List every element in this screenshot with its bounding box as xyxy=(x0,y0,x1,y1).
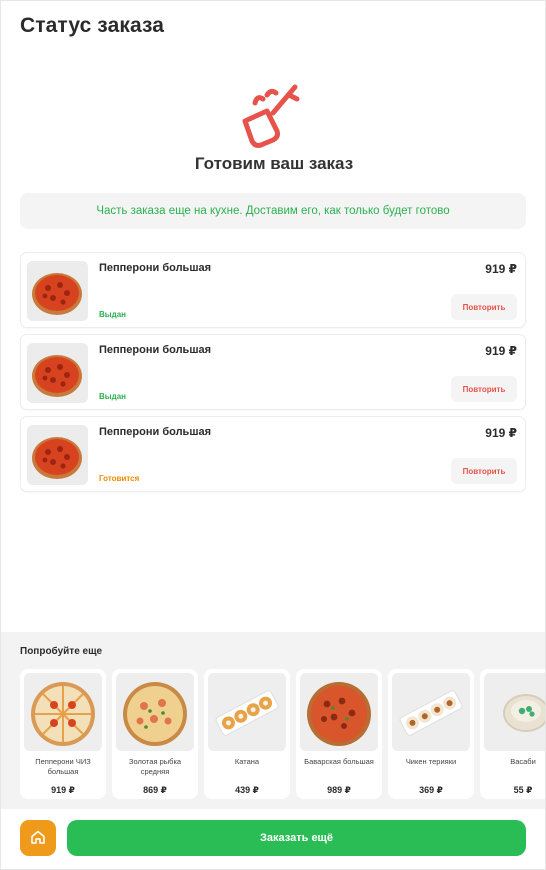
order-item-status: Выдан xyxy=(99,310,126,319)
order-item-image xyxy=(27,343,88,403)
repeat-button[interactable]: Повторить xyxy=(451,294,517,320)
status-notice: Часть заказа еще на кухне. Доставим его,… xyxy=(20,193,526,229)
order-item-name: Пепперони большая xyxy=(99,262,212,274)
recommendation-name: Золотая рыбка средняя xyxy=(128,757,182,776)
recommendation-image xyxy=(392,673,470,751)
recommendation-price: 369 ₽ xyxy=(419,785,443,795)
page-title: Статус заказа xyxy=(20,14,165,37)
recommendation-image xyxy=(116,673,194,751)
status-notice-text: Часть заказа еще на кухне. Доставим его,… xyxy=(96,205,450,217)
order-more-button[interactable]: Заказать ещё xyxy=(67,820,526,856)
recommendation-card[interactable]: Золотая рыбка средняя 869 ₽ xyxy=(112,669,198,799)
recommendation-name: Васаби xyxy=(510,757,536,766)
recommendation-name: Баварская большая xyxy=(304,757,374,766)
recommendations-section: Попробуйте еще Пепперони ЧИЗ большая 919… xyxy=(1,632,545,809)
order-item-status: Выдан xyxy=(99,392,126,401)
order-item: Пепперони большая 919 ₽ Готовится Повтор… xyxy=(20,416,526,492)
home-icon xyxy=(30,829,46,848)
order-item-status: Готовится xyxy=(99,474,140,483)
bottom-action-bar: Заказать ещё xyxy=(1,809,545,869)
recommendation-price: 55 ₽ xyxy=(513,785,533,795)
recommendation-image xyxy=(24,673,102,751)
order-item-image xyxy=(27,425,88,485)
order-item-name: Пепперони большая xyxy=(99,426,212,438)
order-item-image xyxy=(27,261,88,321)
recommendations-title: Попробуйте еще xyxy=(20,646,103,657)
recommendation-image xyxy=(208,673,286,751)
recommendation-price: 869 ₽ xyxy=(143,785,167,795)
recommendation-name: Чикен терияки xyxy=(405,757,457,766)
frying-pan-icon xyxy=(233,81,305,153)
recommendation-name: Катана xyxy=(234,757,260,766)
recommendation-price: 989 ₽ xyxy=(327,785,351,795)
recommendation-card[interactable]: Чикен терияки 369 ₽ xyxy=(388,669,474,799)
order-item-price: 919 ₽ xyxy=(485,426,517,440)
order-status-screen: Статус заказа Готовим ваш заказ Часть за… xyxy=(0,0,546,870)
recommendation-image xyxy=(300,673,378,751)
order-item-name: Пепперони большая xyxy=(99,344,212,356)
order-item-price: 919 ₽ xyxy=(485,344,517,358)
order-item: Пепперони большая 919 ₽ Выдан Повторить xyxy=(20,334,526,410)
home-button[interactable] xyxy=(20,820,56,856)
recommendation-card[interactable]: Пепперони ЧИЗ большая 919 ₽ xyxy=(20,669,106,799)
order-item: Пепперони большая 919 ₽ Выдан Повторить xyxy=(20,252,526,328)
recommendation-price: 919 ₽ xyxy=(51,785,75,795)
recommendation-image xyxy=(484,673,545,751)
recommendation-name: Пепперони ЧИЗ большая xyxy=(35,757,91,776)
recommendation-card[interactable]: Васаби 55 ₽ xyxy=(480,669,545,799)
repeat-button[interactable]: Повторить xyxy=(451,458,517,484)
order-item-price: 919 ₽ xyxy=(485,262,517,276)
repeat-button[interactable]: Повторить xyxy=(451,376,517,402)
recommendation-card[interactable]: Катана 439 ₽ xyxy=(204,669,290,799)
recommendation-price: 439 ₽ xyxy=(235,785,259,795)
recommendation-card[interactable]: Баварская большая 989 ₽ xyxy=(296,669,382,799)
status-heading: Готовим ваш заказ xyxy=(194,154,354,173)
